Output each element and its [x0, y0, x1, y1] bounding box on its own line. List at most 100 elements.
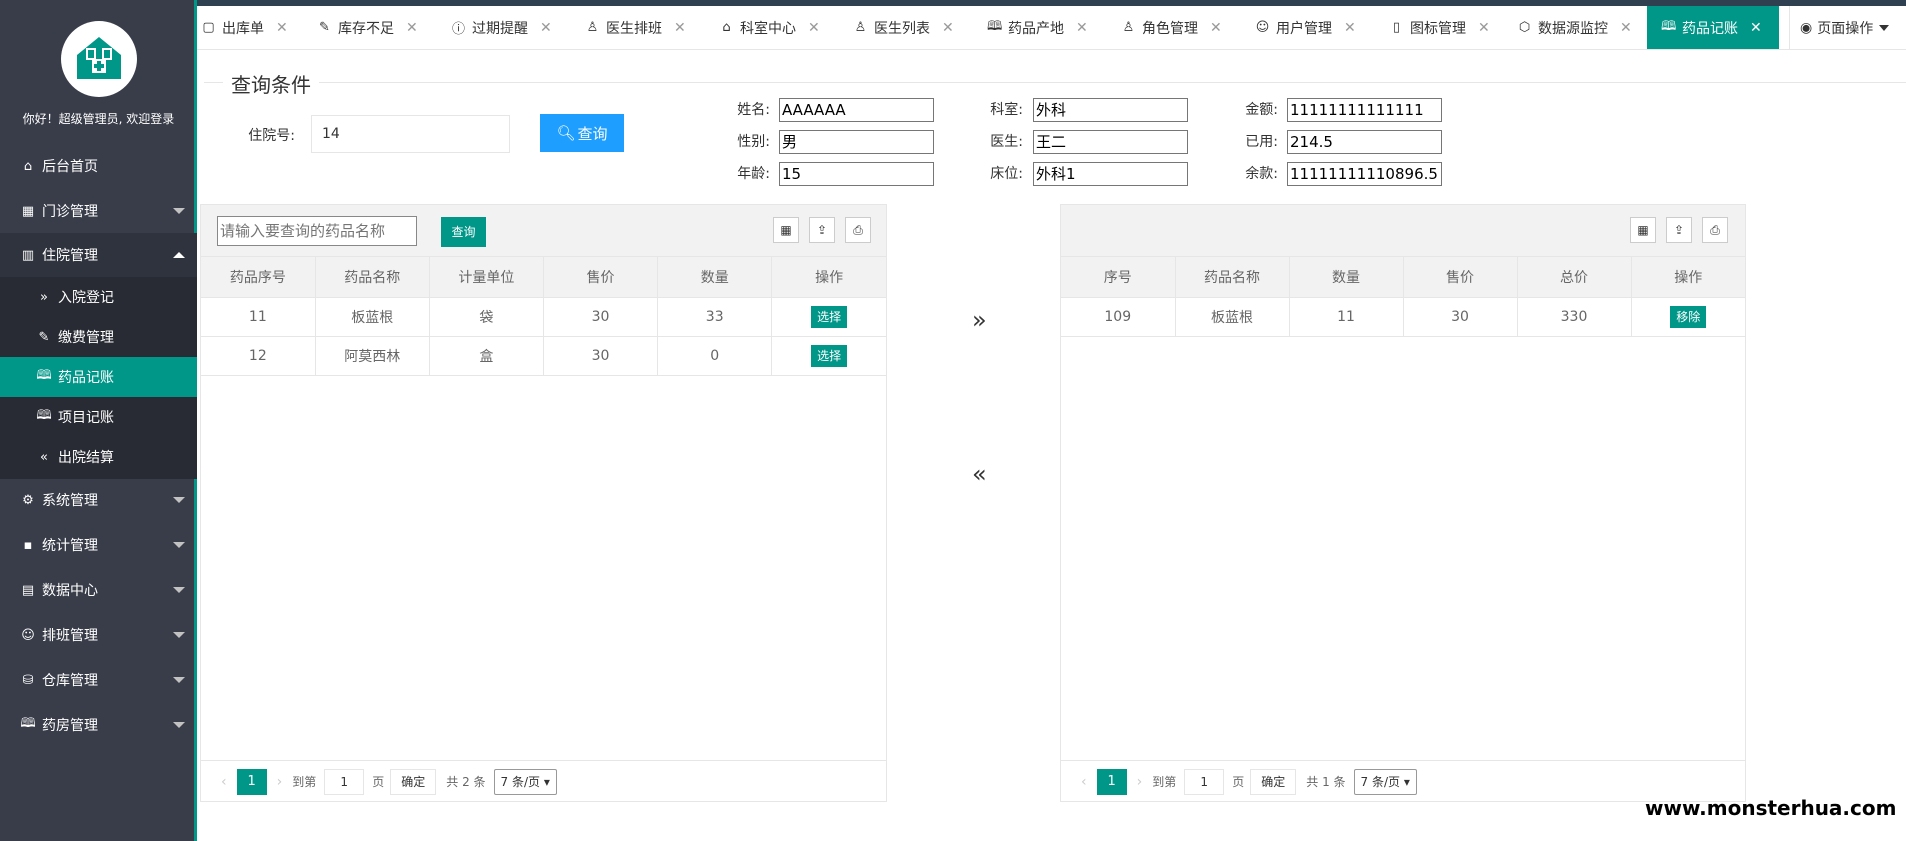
print-icon[interactable]: ⎙ — [845, 217, 871, 243]
menu-item-label: 门诊管理 — [42, 204, 98, 220]
sub-item-discharge[interactable]: « 出院结算 — [0, 437, 197, 477]
page-operations-menu[interactable]: ◉ 页面操作 — [1789, 6, 1906, 49]
close-icon[interactable]: ✕ — [808, 20, 820, 36]
page-size-select[interactable]: 7 条/页 ▾ — [493, 768, 557, 795]
current-page[interactable]: 1 — [236, 768, 267, 795]
table-header-row: 序号 药品名称 数量 售价 总价 操作 — [1061, 257, 1745, 298]
goto-page-input[interactable]: 1 — [1184, 768, 1225, 795]
chevron-down-icon — [173, 722, 185, 728]
close-icon[interactable]: ✕ — [406, 20, 418, 36]
used-field[interactable]: 214.5 — [1287, 130, 1442, 154]
prev-page-icon[interactable]: ‹ — [1081, 774, 1087, 790]
tab-low-stock[interactable]: ✎ 库存不足 ✕ — [313, 6, 423, 49]
menu-item-outpatient[interactable]: ▦ 门诊管理 — [0, 189, 197, 233]
goto-page-input[interactable]: 1 — [324, 768, 365, 795]
age-label: 年龄: — [737, 166, 770, 182]
columns-icon[interactable]: ▦ — [1630, 217, 1656, 243]
select-button[interactable]: 选择 — [811, 305, 848, 328]
gender-field[interactable]: 男 — [779, 130, 934, 154]
tab-label: 数据源监控 — [1538, 20, 1608, 37]
doctor-label: 医生: — [990, 134, 1023, 150]
tab-outbound[interactable]: ▢ 出库单 ✕ — [197, 6, 289, 49]
page-size-select[interactable]: 7 条/页 ▾ — [1353, 768, 1417, 795]
close-icon[interactable]: ✕ — [674, 20, 686, 36]
close-icon[interactable]: ✕ — [1750, 20, 1762, 36]
sub-item-admission[interactable]: » 入院登记 — [0, 277, 197, 317]
close-icon[interactable]: ✕ — [942, 20, 954, 36]
sub-item-project-billing[interactable]: 🕮 项目记账 — [0, 397, 197, 437]
move-left-icon[interactable]: « — [972, 460, 987, 488]
column-header: 数量 — [1289, 257, 1404, 298]
tab-bar: ▢ 出库单 ✕ ✎ 库存不足 ✕ ⓘ 过期提醒 ✕ ♙ 医生排班 ✕ ⌂ 科室中心 ✕ ♙ 医生列表 ✕… — [197, 6, 1906, 50]
column-header: 售价 — [543, 257, 659, 298]
menu-item-statistics[interactable]: ▪ 统计管理 — [0, 523, 197, 567]
tab-datasource[interactable]: ⬡ 数据源监控 ✕ — [1513, 6, 1637, 49]
menu-item-warehouse[interactable]: ⛁ 仓库管理 — [0, 658, 197, 702]
tab-doctor-schedule[interactable]: ♙ 医生排班 ✕ — [581, 6, 691, 49]
close-icon[interactable]: ✕ — [276, 20, 288, 36]
close-icon[interactable]: ✕ — [1620, 20, 1632, 36]
tab-department[interactable]: ⌂ 科室中心 ✕ — [715, 6, 825, 49]
column-header: 操作 — [1631, 257, 1745, 298]
drug-search-input[interactable]: 请输入要查询的药品名称 — [217, 216, 417, 246]
tab-drug-origin[interactable]: 🕮 药品产地 ✕ — [983, 6, 1093, 49]
menu-item-inpatient[interactable]: ▥ 住院管理 — [0, 233, 197, 277]
tab-label: 过期提醒 — [472, 20, 528, 37]
close-icon[interactable]: ✕ — [1478, 20, 1490, 36]
sub-item-drug-billing[interactable]: 🕮 药品记账 — [0, 357, 197, 397]
hospital-logo — [61, 21, 137, 97]
sub-item-payment[interactable]: ✎ 缴费管理 — [0, 317, 197, 357]
balance-field[interactable]: 11111111110896.5 — [1287, 162, 1442, 186]
tab-roles[interactable]: ♙ 角色管理 ✕ — [1117, 6, 1227, 49]
inpatient-submenu: » 入院登记 ✎ 缴费管理 🕮 药品记账 🕮 项目记账 « 出院结算 — [0, 277, 197, 479]
database-icon: ▤ — [21, 582, 35, 598]
age-field[interactable]: 15 — [779, 162, 934, 186]
menu-item-label: 药房管理 — [42, 718, 98, 734]
goto-confirm-button[interactable]: 确定 — [390, 768, 437, 795]
goto-confirm-button[interactable]: 确定 — [1250, 768, 1297, 795]
tab-drug-billing[interactable]: 🕮 药品记账 ✕ — [1647, 6, 1779, 49]
columns-icon[interactable]: ▦ — [773, 217, 799, 243]
menu-item-pharmacy[interactable]: 🕮 药房管理 — [0, 703, 197, 747]
menu-item-label: 数据中心 — [42, 583, 98, 599]
menu-item-schedule[interactable]: ☺ 排班管理 — [0, 613, 197, 657]
book-icon: 🕮 — [987, 18, 1003, 34]
menu-item-data-center[interactable]: ▤ 数据中心 — [0, 568, 197, 612]
drug-search-button[interactable]: 查询 — [441, 217, 486, 247]
current-page[interactable]: 1 — [1096, 768, 1127, 795]
amount-field[interactable]: 11111111111111 — [1287, 98, 1442, 122]
query-button[interactable]: 🔍︎ 查询 — [540, 114, 624, 152]
department-field[interactable]: 外科 — [1033, 98, 1188, 122]
column-header: 数量 — [657, 257, 773, 298]
query-legend: 查询条件 — [223, 69, 319, 98]
next-page-icon[interactable]: › — [1137, 774, 1143, 790]
prev-page-icon[interactable]: ‹ — [221, 774, 227, 790]
cell-qty: 33 — [657, 297, 773, 337]
cell-total: 330 — [1517, 297, 1632, 337]
tab-expiry[interactable]: ⓘ 过期提醒 ✕ — [447, 6, 557, 49]
remove-button[interactable]: 移除 — [1670, 305, 1707, 328]
close-icon[interactable]: ✕ — [1344, 20, 1356, 36]
doctor-field[interactable]: 王二 — [1033, 130, 1188, 154]
tab-label: 科室中心 — [740, 20, 796, 37]
export-icon[interactable]: ⇪ — [809, 217, 835, 243]
tab-doctor-list[interactable]: ♙ 医生列表 ✕ — [849, 6, 959, 49]
admission-number-input[interactable]: 14 — [311, 115, 510, 153]
menu-item-system[interactable]: ⚙ 系统管理 — [0, 478, 197, 522]
close-icon[interactable]: ✕ — [1076, 20, 1088, 36]
table-row: 11 板蓝根 袋 30 33 选择 — [201, 297, 886, 337]
print-icon[interactable]: ⎙ — [1702, 217, 1728, 243]
tab-icons[interactable]: ▯ 图标管理 ✕ — [1385, 6, 1495, 49]
move-right-icon[interactable]: » — [972, 306, 987, 334]
close-icon[interactable]: ✕ — [540, 20, 552, 36]
name-field[interactable]: AAAAAA — [779, 98, 934, 122]
close-icon[interactable]: ✕ — [1210, 20, 1222, 36]
export-icon[interactable]: ⇪ — [1666, 217, 1692, 243]
tab-users[interactable]: ☺ 用户管理 ✕ — [1251, 6, 1361, 49]
menu-item-label: 仓库管理 — [42, 673, 98, 689]
select-button[interactable]: 选择 — [811, 344, 848, 367]
chevron-down-icon — [173, 587, 185, 593]
next-page-icon[interactable]: › — [277, 774, 283, 790]
menu-item-home[interactable]: ⌂ 后台首页 — [0, 144, 197, 188]
bed-field[interactable]: 外科1 — [1033, 162, 1188, 186]
